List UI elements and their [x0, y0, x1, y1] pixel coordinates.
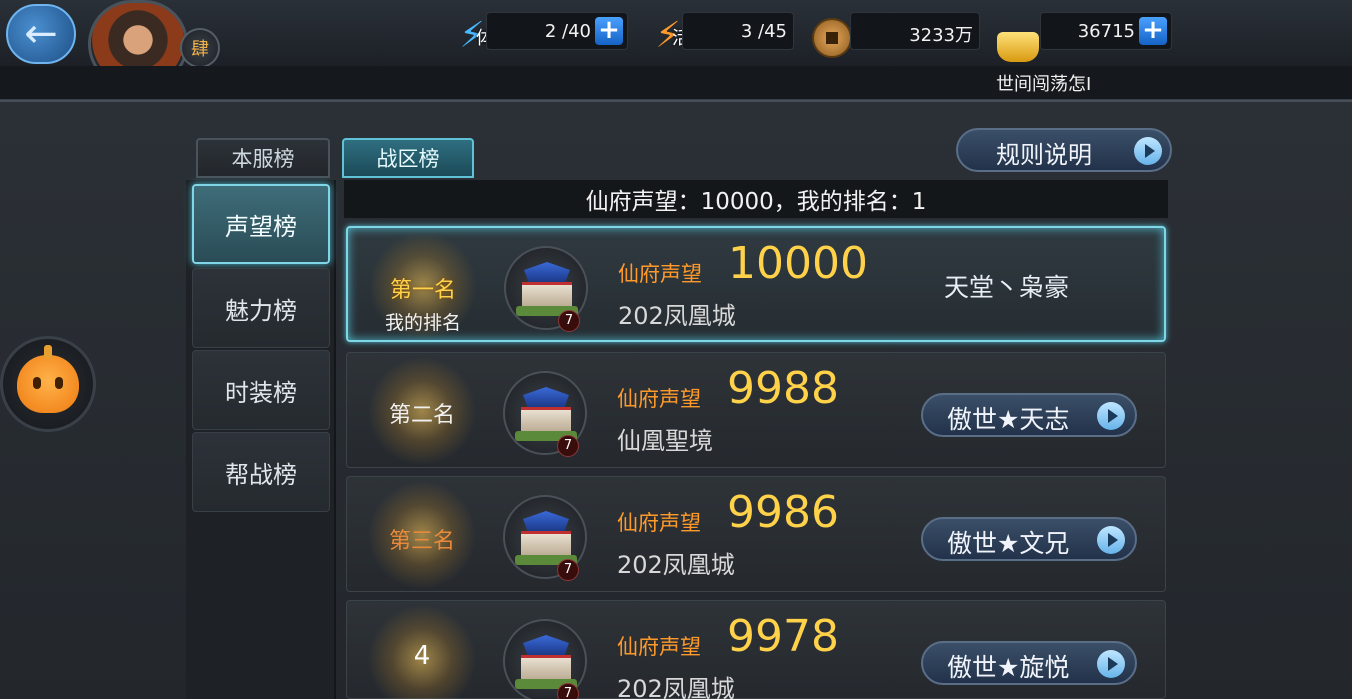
tab-server-ranking[interactable]: 本服榜: [196, 138, 330, 178]
category-charm[interactable]: 魅力榜: [192, 268, 330, 348]
ranking-row[interactable]: 4 7 仙府声望 9978 202凤凰城 傲世★旋悦: [346, 600, 1166, 699]
play-icon: [1097, 650, 1125, 678]
leader-name: 傲世★旋悦: [947, 653, 1070, 682]
top-bar: ← 肆 ⚡ 体 2 /40 + ⚡ 活 3 /45 3233万 36715 +: [0, 0, 1352, 88]
ingot-counter: 36715 +: [1040, 12, 1172, 50]
view-leader-button[interactable]: 傲世★文兄: [921, 517, 1137, 561]
view-leader-button[interactable]: 傲世★天志: [921, 393, 1137, 437]
city-name: 202凤凰城: [618, 302, 736, 330]
ranking-row[interactable]: 第三名 7 仙府声望 9986 202凤凰城 傲世★文兄: [346, 476, 1166, 593]
reputation-value: 9988: [727, 363, 839, 414]
category-reputation[interactable]: 声望榜: [192, 184, 330, 264]
coin-counter: 3233万: [850, 12, 980, 50]
ranking-row[interactable]: 第一名 我的排名 7 仙府声望 10000 202凤凰城 天堂丶枭豪: [346, 226, 1166, 344]
tab-zone-ranking[interactable]: 战区榜: [342, 138, 474, 178]
rules-button[interactable]: 规则说明: [956, 128, 1172, 172]
coin-value: 3233万: [909, 25, 973, 46]
city-name: 仙凰聖境: [617, 427, 713, 455]
leader-name: 天堂丶枭豪: [944, 273, 1070, 302]
rank-label: 第二名: [388, 403, 455, 428]
add-stamina-button[interactable]: +: [595, 17, 623, 45]
vitality-value: 3 /45: [740, 21, 787, 42]
reputation-value: 9978: [727, 611, 839, 662]
pet-shortcut-button[interactable]: [0, 336, 96, 432]
leader-name: 傲世★天志: [947, 405, 1070, 434]
my-rank-tag: 我的排名: [384, 312, 461, 334]
stamina-value: 2 /40: [544, 21, 591, 42]
city-name: 202凤凰城: [617, 551, 735, 579]
ingot-value: 36715: [1077, 21, 1135, 42]
city-name: 202凤凰城: [617, 675, 735, 699]
mansion-level: 7: [557, 559, 579, 581]
my-rank-summary: 仙府声望：10000，我的排名：1: [344, 180, 1168, 218]
pumpkin-icon: [17, 345, 79, 413]
view-leader-button[interactable]: 傲世★旋悦: [921, 641, 1137, 685]
rank-label: 第三名: [388, 529, 455, 554]
reputation-value: 10000: [728, 238, 868, 289]
mansion-level: 7: [558, 310, 580, 332]
vip-badge: 肆: [180, 28, 220, 68]
mansion-level: 7: [557, 435, 579, 457]
reputation-value: 9986: [727, 487, 839, 538]
rank-label: 4: [413, 641, 431, 671]
mansion-level: 7: [557, 683, 579, 699]
play-icon: [1097, 402, 1125, 430]
add-ingot-button[interactable]: +: [1139, 17, 1167, 45]
ranking-row[interactable]: 第二名 7 仙府声望 9988 仙凰聖境 傲世★天志: [346, 352, 1166, 469]
category-guild-war[interactable]: 帮战榜: [192, 432, 330, 512]
reputation-label: 仙府声望: [617, 387, 701, 411]
rules-button-label: 规则说明: [996, 141, 1092, 169]
play-icon: [1134, 137, 1162, 165]
reputation-label: 仙府声望: [618, 262, 702, 286]
vitality-counter: 3 /45: [682, 12, 794, 50]
ingot-icon: [996, 14, 1040, 62]
coin-icon: [810, 10, 854, 58]
reputation-label: 仙府声望: [617, 511, 701, 535]
play-icon: [1097, 526, 1125, 554]
back-button[interactable]: ←: [6, 4, 76, 64]
rank-label: 第一名: [389, 278, 456, 303]
back-arrow-icon: ←: [24, 11, 58, 57]
leader-name: 傲世★文兄: [947, 529, 1070, 558]
announcement-text: 世间闯荡怎I: [996, 74, 1092, 95]
reputation-label: 仙府声望: [617, 635, 701, 659]
announcement-bar: [0, 66, 1352, 100]
category-fashion[interactable]: 时装榜: [192, 350, 330, 430]
stamina-counter: 2 /40 +: [486, 12, 628, 50]
